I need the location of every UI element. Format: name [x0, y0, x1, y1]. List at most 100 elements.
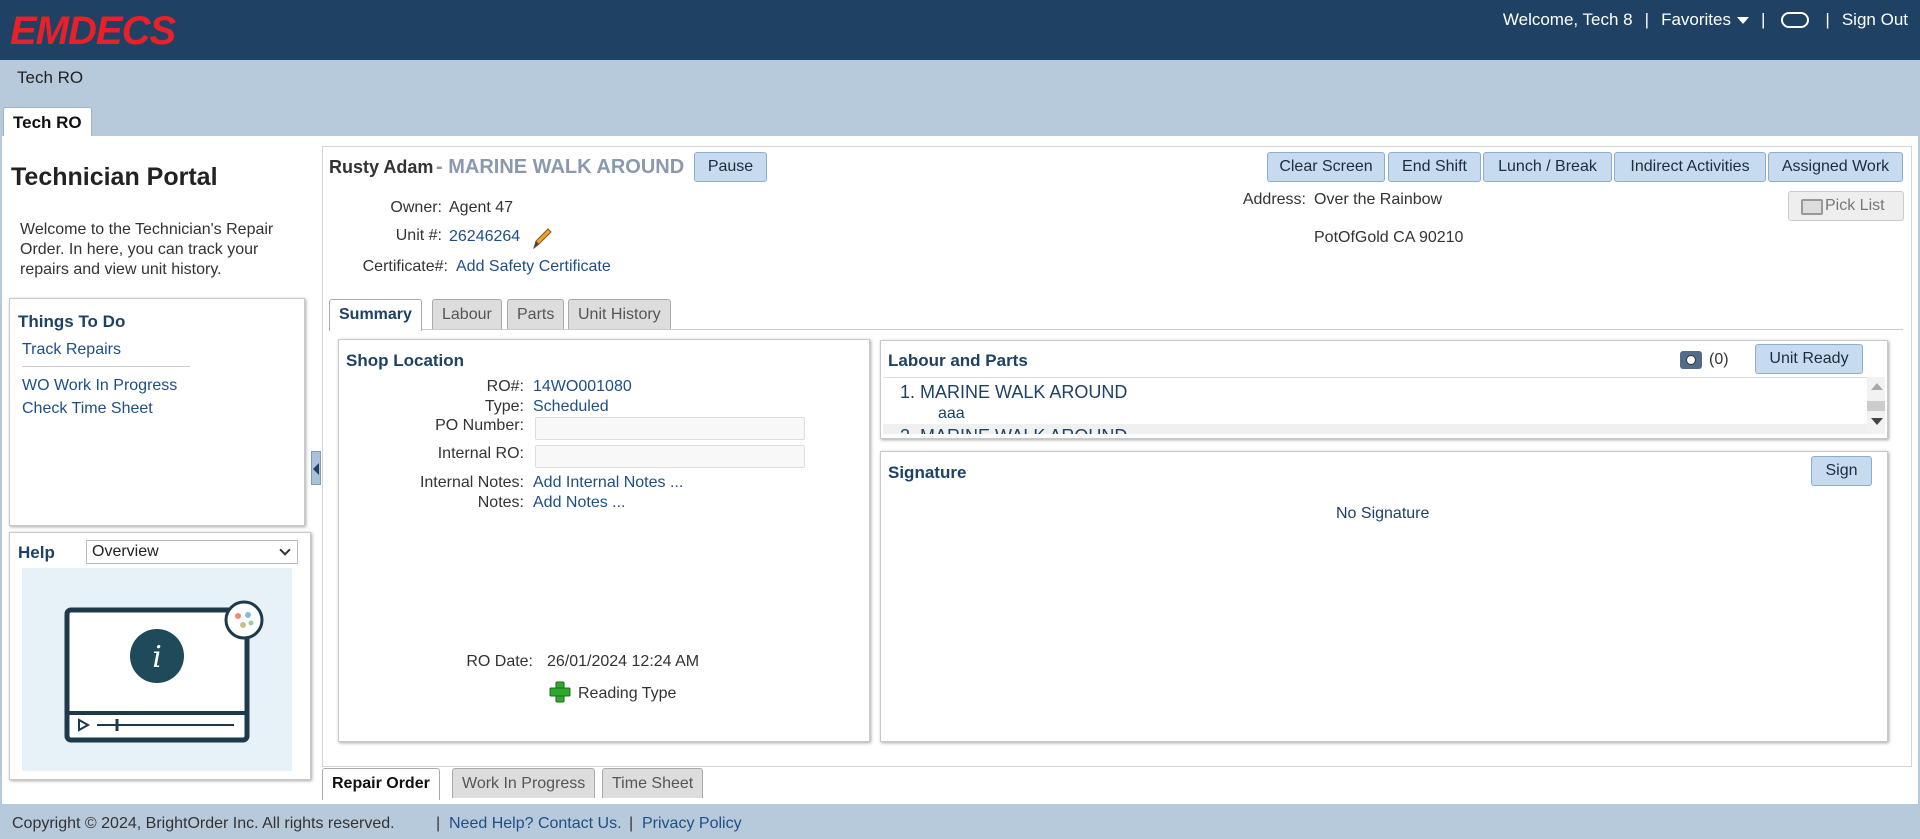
- list-item[interactable]: 1. MARINE WALK AROUND: [900, 382, 1127, 403]
- help-panel: Help Overview i: [9, 532, 311, 780]
- shop-location-title: Shop Location: [346, 351, 465, 370]
- internal-ro-label: Internal RO:: [437, 445, 524, 462]
- lunch-break-button[interactable]: Lunch / Break: [1483, 152, 1612, 182]
- add-safety-certificate-link[interactable]: Add Safety Certificate: [456, 258, 611, 276]
- track-repairs-link[interactable]: Track Repairs: [22, 341, 121, 359]
- unit-number-link[interactable]: 26246264: [449, 228, 520, 246]
- pick-list-label[interactable]: Pick List: [1825, 197, 1885, 214]
- tab-repair-order[interactable]: Repair Order: [322, 768, 440, 800]
- plus-icon[interactable]: [549, 681, 571, 703]
- internal-notes-label: Internal Notes:: [419, 474, 524, 491]
- tab-tech-ro[interactable]: Tech RO: [3, 107, 92, 137]
- tab-labour[interactable]: Labour: [432, 299, 502, 329]
- top-bar: EMDECS Welcome, Tech 8 | Favorites | | S…: [0, 0, 1920, 60]
- sign-out-link[interactable]: Sign Out: [1842, 10, 1908, 30]
- ro-date-label: RO Date:: [466, 653, 533, 670]
- address-line-1: Over the Rainbow: [1314, 191, 1443, 208]
- list-item[interactable]: 2. MARINE WALK AROUND: [900, 426, 1127, 434]
- video-player-icon[interactable]: i: [22, 568, 292, 771]
- clear-screen-button[interactable]: Clear Screen: [1267, 152, 1385, 182]
- pick-list-button[interactable]: Pick List: [1788, 191, 1904, 221]
- job-name: MARINE WALK AROUND: [448, 156, 685, 178]
- help-video-thumbnail[interactable]: i: [22, 568, 292, 771]
- add-notes-link[interactable]: Add Notes ...: [533, 494, 626, 512]
- copyright-text: Copyright © 2024, BrightOrder Inc. All r…: [12, 815, 395, 832]
- favorites-menu[interactable]: Favorites: [1661, 10, 1749, 30]
- emdecs-logo[interactable]: EMDECS: [10, 7, 225, 49]
- ro-date-value: 26/01/2024 12:24 AM: [547, 653, 700, 670]
- breadcrumb: Tech RO: [17, 68, 84, 87]
- tab-time-sheet[interactable]: Time Sheet: [602, 768, 704, 798]
- scroll-down-icon[interactable]: [1871, 418, 1883, 425]
- labour-and-parts-title: Labour and Parts: [888, 351, 1028, 370]
- pause-button[interactable]: Pause: [694, 152, 767, 182]
- pencil-icon[interactable]: [530, 226, 554, 250]
- separator: |: [1761, 10, 1766, 29]
- indirect-activities-button[interactable]: Indirect Activities: [1614, 152, 1766, 182]
- type-label: Type:: [484, 398, 524, 415]
- help-topic-select[interactable]: Overview: [86, 540, 298, 564]
- title-dash: -: [436, 156, 443, 178]
- signature-status: No Signature: [1336, 505, 1430, 522]
- collapse-panel-handle[interactable]: [311, 451, 321, 485]
- footer-separator: |: [629, 815, 634, 832]
- labour-parts-list: 1. MARINE WALK AROUND aaa 2. MARINE WALK…: [883, 377, 1868, 434]
- ro-number-label: RO#:: [486, 378, 524, 395]
- scroll-thumb[interactable]: [1867, 401, 1885, 411]
- photo-count: (0): [1709, 351, 1729, 368]
- ro-number-value[interactable]: 14WO001080: [533, 378, 632, 396]
- owner-label: Owner:: [390, 199, 442, 216]
- address-label: Address:: [1242, 191, 1306, 208]
- list-scrollbar[interactable]: [1867, 377, 1885, 434]
- labour-and-parts-panel: 1. MARINE WALK AROUND aaa 2. MARINE WALK…: [880, 340, 1888, 439]
- tab-parts[interactable]: Parts: [507, 299, 565, 329]
- notes-label: Notes:: [477, 494, 524, 511]
- check-time-sheet-link[interactable]: Check Time Sheet: [22, 400, 153, 418]
- footer: Copyright © 2024, BrightOrder Inc. All r…: [0, 809, 1920, 839]
- end-shift-button[interactable]: End Shift: [1388, 152, 1481, 182]
- welcome-description: Welcome to the Technician's Repair Order…: [20, 221, 274, 278]
- help-title: Help: [18, 543, 55, 562]
- unit-ready-button[interactable]: Unit Ready: [1755, 344, 1863, 374]
- footer-separator: |: [436, 815, 441, 832]
- certificate-label: Certificate#:: [362, 258, 448, 275]
- scroll-up-icon[interactable]: [1871, 383, 1883, 390]
- po-number-input[interactable]: [535, 417, 805, 440]
- svg-text:i: i: [152, 640, 162, 675]
- po-number-label: PO Number:: [435, 417, 524, 434]
- tab-work-in-progress[interactable]: Work In Progress: [452, 768, 596, 798]
- tab-summary[interactable]: Summary: [329, 299, 422, 331]
- internal-ro-input[interactable]: [535, 445, 805, 468]
- job-title: - MARINE WALK AROUND: [436, 156, 684, 179]
- assigned-work-button[interactable]: Assigned Work: [1768, 152, 1903, 182]
- tab-divider: [329, 329, 1903, 330]
- things-to-do-panel: Things To Do Track Repairs WO Work In Pr…: [9, 298, 305, 526]
- wo-work-in-progress-link[interactable]: WO Work In Progress: [22, 377, 177, 395]
- camera-icon[interactable]: [1680, 351, 1702, 369]
- reading-type-link[interactable]: Reading Type: [578, 685, 676, 703]
- customer-name: Rusty Adam: [329, 157, 434, 177]
- things-to-do-title: Things To Do: [18, 312, 126, 331]
- help-topic-value[interactable]: Overview: [92, 543, 159, 560]
- welcome-text: Welcome, Tech 8: [1502, 10, 1633, 29]
- separator: |: [1825, 10, 1830, 29]
- page-title: Technician Portal: [11, 163, 218, 191]
- separator: |: [1644, 10, 1650, 29]
- printer-icon[interactable]: [1801, 199, 1823, 215]
- list-item-detail: aaa: [938, 405, 965, 422]
- type-value[interactable]: Scheduled: [533, 398, 609, 416]
- signature-title: Signature: [888, 463, 967, 482]
- privacy-policy-link[interactable]: Privacy Policy: [642, 809, 742, 839]
- chevron-down-icon[interactable]: [279, 544, 291, 556]
- tab-unit-history[interactable]: Unit History: [568, 299, 671, 329]
- address-line-2: PotOfGold CA 90210: [1314, 229, 1464, 246]
- chat-icon[interactable]: [1781, 12, 1810, 28]
- signature-panel: [880, 451, 1888, 742]
- logo-text: EMDECS: [10, 9, 176, 49]
- sign-button[interactable]: Sign: [1811, 456, 1872, 486]
- contact-us-link[interactable]: Need Help? Contact Us.: [449, 809, 622, 839]
- favorites-label[interactable]: Favorites: [1661, 10, 1731, 29]
- chevron-down-icon[interactable]: [1737, 17, 1749, 25]
- add-internal-notes-link[interactable]: Add Internal Notes ...: [533, 474, 683, 492]
- owner-value: Agent 47: [449, 199, 514, 216]
